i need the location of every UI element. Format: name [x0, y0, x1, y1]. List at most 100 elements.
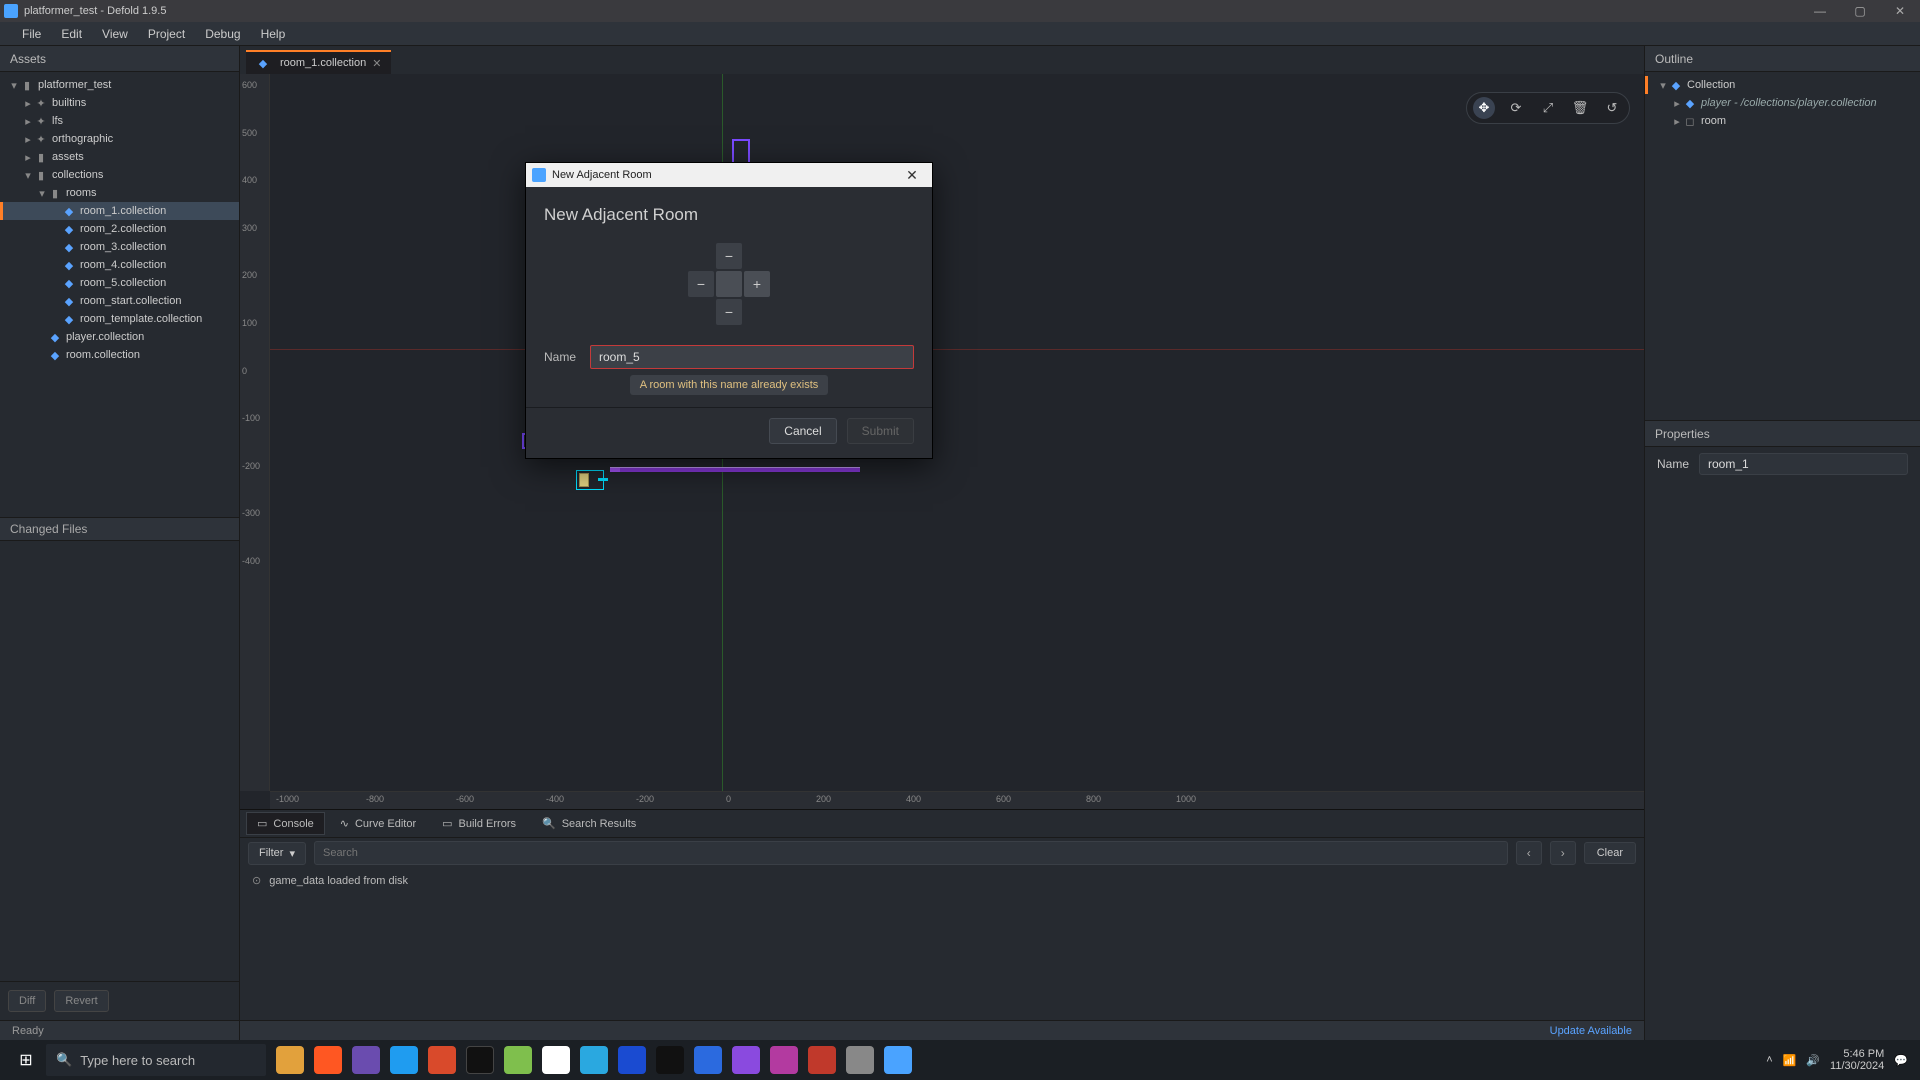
update-available-link[interactable]: Update Available [1550, 1025, 1632, 1037]
tray-chevron-icon[interactable]: ˄ [1766, 1054, 1772, 1066]
outline-row-2[interactable]: ▸◻room [1645, 112, 1920, 130]
origin-x-axis [270, 349, 1644, 350]
assets-row-9[interactable]: ◆room_3.collection [0, 238, 239, 256]
console-output[interactable]: ⊙game_data loaded from disk [240, 868, 1644, 1020]
bottom-tab-search-results[interactable]: 🔍 Search Results [531, 812, 647, 835]
tool-rotate-icon[interactable]: ⟳ [1505, 97, 1527, 119]
bottom-tab-console[interactable]: ▭ Console [246, 812, 325, 835]
assets-row-15[interactable]: ◆room.collection [0, 346, 239, 364]
outline-row-1[interactable]: ▸◆player - /collections/player.collectio… [1645, 94, 1920, 112]
dialog-close-button[interactable]: ✕ [898, 167, 926, 184]
dpad-right[interactable]: + [744, 271, 770, 297]
tool-move-icon[interactable]: ✥ [1473, 97, 1495, 119]
taskbar-app-filezilla[interactable] [808, 1046, 836, 1074]
clear-button[interactable]: Clear [1584, 842, 1636, 864]
minimize-button[interactable]: — [1800, 0, 1840, 22]
dialog-titlebar[interactable]: New Adjacent Room ✕ [526, 163, 932, 187]
dialog-separator [526, 407, 932, 408]
taskbar-app-black[interactable] [656, 1046, 684, 1074]
close-tab-icon[interactable]: ✕ [372, 57, 381, 70]
taskbar-app-explorer[interactable] [276, 1046, 304, 1074]
console-search-input[interactable] [314, 841, 1508, 865]
taskbar-app-mail[interactable] [542, 1046, 570, 1074]
search-next-button[interactable]: › [1550, 841, 1576, 865]
revert-button[interactable]: Revert [54, 990, 108, 1012]
tree-label: room_1.collection [80, 205, 166, 217]
menu-debug[interactable]: Debug [195, 23, 250, 45]
menu-view[interactable]: View [92, 23, 138, 45]
assets-row-7[interactable]: ◆room_1.collection [0, 202, 239, 220]
close-window-button[interactable]: ✕ [1880, 0, 1920, 22]
diff-button[interactable]: Diff [8, 990, 46, 1012]
taskbar-app-notes[interactable] [504, 1046, 532, 1074]
scene-player-object[interactable] [578, 472, 602, 488]
assets-footer: Diff Revert [0, 981, 239, 1020]
assets-row-8[interactable]: ◆room_2.collection [0, 220, 239, 238]
log-bullet-icon: ⊙ [252, 875, 261, 887]
assets-row-11[interactable]: ◆room_5.collection [0, 274, 239, 292]
tool-scale-icon[interactable]: ⤢ [1537, 97, 1559, 119]
submit-button[interactable]: Submit [847, 418, 914, 444]
dpad-down[interactable]: − [716, 299, 742, 325]
bottom-tab-build-errors[interactable]: ▭ Build Errors [431, 812, 527, 835]
tray-wifi-icon[interactable]: 📶 [1783, 1054, 1797, 1067]
tree-label: rooms [66, 187, 97, 199]
menu-edit[interactable]: Edit [51, 23, 92, 45]
taskbar-app-defold[interactable] [884, 1046, 912, 1074]
taskbar-search[interactable]: 🔍 Type here to search [46, 1044, 266, 1076]
assets-row-14[interactable]: ◆player.collection [0, 328, 239, 346]
filter-dropdown[interactable]: Filter ▾ [248, 842, 306, 865]
property-name-input[interactable] [1699, 453, 1908, 475]
assets-row-2[interactable]: ▸✦lfs [0, 112, 239, 130]
taskbar-app-brave[interactable] [314, 1046, 342, 1074]
search-prev-button[interactable]: ‹ [1516, 841, 1542, 865]
menu-help[interactable]: Help [251, 23, 296, 45]
taskbar-app-vscode[interactable] [390, 1046, 418, 1074]
player-sprite-icon [579, 473, 589, 487]
gizmo-handle[interactable] [598, 478, 608, 481]
assets-row-3[interactable]: ▸✦orthographic [0, 130, 239, 148]
assets-row-0[interactable]: ▾▮platformer_test [0, 76, 239, 94]
taskbar-app-powershell[interactable] [618, 1046, 646, 1074]
dpad-up[interactable]: − [716, 243, 742, 269]
taskbar-app-grid[interactable] [352, 1046, 380, 1074]
taskbar-app-obs[interactable] [466, 1046, 494, 1074]
assets-row-13[interactable]: ◆room_template.collection [0, 310, 239, 328]
dialog-name-input[interactable] [590, 345, 914, 369]
assets-row-4[interactable]: ▸▮assets [0, 148, 239, 166]
assets-row-6[interactable]: ▾▮rooms [0, 184, 239, 202]
tray-volume-icon[interactable]: 🔊 [1806, 1054, 1820, 1067]
scene-viewport[interactable]: 6005004003002001000-100-200-300-400 -100… [240, 74, 1644, 810]
bottom-tab-curve-editor[interactable]: ∿ Curve Editor [329, 812, 427, 835]
tool-trash-icon[interactable]: 🗑 [1569, 97, 1591, 119]
tab-room-1-collection[interactable]: ◆ room_1.collection ✕ [246, 50, 391, 74]
tool-reload-icon[interactable]: ↺ [1601, 97, 1623, 119]
tray-clock[interactable]: 5:46 PM 11/30/2024 [1830, 1048, 1884, 1072]
outline-tree[interactable]: ▾◆Collection▸◆player - /collections/play… [1645, 72, 1920, 420]
dpad-left[interactable]: − [688, 271, 714, 297]
system-tray[interactable]: ˄ 📶 🔊 5:46 PM 11/30/2024 💬 [1766, 1048, 1914, 1072]
assets-row-5[interactable]: ▾▮collections [0, 166, 239, 184]
menu-project[interactable]: Project [138, 23, 195, 45]
assets-row-12[interactable]: ◆room_start.collection [0, 292, 239, 310]
taskbar-app-d[interactable] [580, 1046, 608, 1074]
taskbar-app-blue[interactable] [694, 1046, 722, 1074]
taskbar-app-gamepad[interactable] [846, 1046, 874, 1074]
windows-taskbar[interactable]: ⊞ 🔍 Type here to search ˄ 📶 🔊 5:46 PM 11… [0, 1040, 1920, 1080]
tray-notifications-icon[interactable]: 💬 [1894, 1054, 1908, 1067]
taskbar-app-game[interactable] [428, 1046, 456, 1074]
assets-row-10[interactable]: ◆room_4.collection [0, 256, 239, 274]
ruler-y-tick: 300 [242, 223, 257, 233]
scene-platform[interactable] [610, 467, 860, 472]
assets-row-1[interactable]: ▸✦builtins [0, 94, 239, 112]
cancel-button[interactable]: Cancel [769, 418, 836, 444]
maximize-button[interactable]: ▢ [1840, 0, 1880, 22]
start-button[interactable]: ⊞ [6, 1040, 46, 1080]
scene-canvas[interactable] [270, 74, 1644, 791]
outline-row-0[interactable]: ▾◆Collection [1645, 76, 1920, 94]
taskbar-app-controller[interactable] [732, 1046, 760, 1074]
tray-date: 11/30/2024 [1830, 1060, 1884, 1072]
menu-file[interactable]: File [12, 23, 51, 45]
assets-tree[interactable]: ▾▮platformer_test▸✦builtins▸✦lfs▸✦orthog… [0, 72, 239, 517]
taskbar-app-m[interactable] [770, 1046, 798, 1074]
